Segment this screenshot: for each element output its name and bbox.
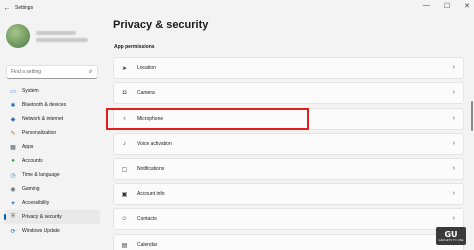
personalization-icon: ✎ — [10, 130, 16, 137]
contacts-icon: ☺ — [121, 216, 128, 222]
chevron-right-icon: › — [452, 215, 455, 222]
user-profile[interactable] — [6, 24, 88, 48]
minimize-icon[interactable]: — — [423, 2, 430, 10]
voice-activation-icon: ♪ — [123, 141, 126, 147]
microphone-highlight-box — [106, 108, 309, 130]
profile-name-blurred — [36, 30, 88, 42]
accessibility-icon: ✦ — [10, 200, 16, 207]
sidebar-nav: ▭ System ✱ Bluetooth & devices ◆ Network & in… — [4, 84, 100, 238]
chevron-right-icon: › — [452, 140, 455, 147]
sidebar-item-label: Accounts — [22, 158, 43, 164]
account-info-icon: ▣ — [121, 191, 128, 198]
close-icon[interactable]: ✕ — [464, 2, 470, 10]
bluetooth-devices-icon: ✱ — [10, 102, 16, 109]
sidebar-item-gaming[interactable]: ◉ Gaming — [4, 182, 100, 196]
sidebar-item-label: Privacy & security — [22, 214, 62, 220]
sidebar: ⌕ ▭ System ✱ Bluetooth & devices ◆ Network & … — [0, 16, 104, 250]
window-title: Settings — [15, 5, 34, 11]
notifications-icon: ▢ — [121, 166, 128, 173]
permission-calendar[interactable]: ▤Calendar› — [113, 234, 464, 250]
chevron-right-icon: › — [452, 190, 455, 197]
system-icon: ▭ — [10, 88, 16, 95]
page-title: Privacy & security — [113, 19, 209, 31]
watermark-logo: GU GADGETS TO USE — [436, 227, 466, 245]
sidebar-item-system[interactable]: ▭ System — [4, 84, 100, 98]
chevron-right-icon: › — [452, 89, 455, 96]
sidebar-item-label: Personalization — [22, 130, 57, 136]
permission-contacts[interactable]: ☺ Contacts › — [113, 208, 464, 230]
search-box[interactable]: ⌕ — [6, 65, 98, 79]
avatar — [6, 24, 30, 48]
permission-label: Location — [137, 65, 156, 71]
main-content: Privacy & security App permissions ➤ Loca… — [104, 16, 474, 250]
permission-location[interactable]: ➤ Location › — [113, 57, 464, 79]
permission-label: Notifications — [137, 166, 165, 172]
section-label: App permissions — [114, 44, 155, 50]
sidebar-item-label: Network & internet — [22, 116, 64, 122]
permission-label: Voice activation — [137, 141, 172, 147]
window-controls: — ☐ ✕ — [423, 2, 470, 10]
calendar-icon: ▤ — [121, 242, 128, 249]
sidebar-item-personalization[interactable]: ✎ Personalization — [4, 126, 100, 140]
apps-icon: ▦ — [10, 144, 16, 151]
sidebar-item-privacy-security[interactable]: ⛨ Privacy & security — [4, 210, 100, 224]
permission-label: Account info — [137, 191, 165, 197]
permission-label: Calendar — [137, 242, 158, 248]
time-language-icon: ◷ — [10, 172, 16, 179]
sidebar-item-label: Gaming — [22, 186, 40, 192]
sidebar-item-windows-update[interactable]: ⟳ Windows Update — [4, 224, 100, 238]
windows-update-icon: ⟳ — [10, 228, 16, 235]
chevron-right-icon: › — [452, 64, 455, 71]
sidebar-item-accessibility[interactable]: ✦ Accessibility — [4, 196, 100, 210]
sidebar-item-apps[interactable]: ▦ Apps — [4, 140, 100, 154]
sidebar-item-label: Apps — [22, 144, 34, 150]
location-icon: ➤ — [121, 65, 128, 72]
sidebar-item-network-internet[interactable]: ◆ Network & internet — [4, 112, 100, 126]
search-icon[interactable]: ⌕ — [89, 69, 92, 76]
back-icon[interactable]: ← — [0, 5, 14, 12]
permission-notifications[interactable]: ▢ Notifications › — [113, 158, 464, 180]
gaming-icon: ◉ — [10, 186, 16, 193]
permission-label: Camera — [137, 90, 155, 96]
search-input[interactable] — [11, 69, 89, 75]
accounts-icon: ● — [11, 158, 15, 164]
title-bar: ← Settings — [0, 0, 474, 16]
permission-voice-activation[interactable]: ♪ Voice activation › — [113, 133, 464, 155]
privacy-security-icon: ⛨ — [10, 213, 16, 220]
maximize-icon[interactable]: ☐ — [444, 2, 450, 10]
sidebar-item-bluetooth-devices[interactable]: ✱ Bluetooth & devices — [4, 98, 100, 112]
sidebar-item-label: Time & language — [22, 172, 60, 178]
permission-label: Contacts — [137, 216, 157, 222]
sidebar-item-label: Bluetooth & devices — [22, 102, 67, 108]
permission-account-info[interactable]: ▣ Account info › — [113, 183, 464, 205]
sidebar-item-label: System — [22, 88, 39, 94]
sidebar-item-label: Accessibility — [22, 200, 50, 206]
permission-camera[interactable]: ◘ Camera › — [113, 82, 464, 104]
chevron-right-icon: › — [452, 165, 455, 172]
scrollbar[interactable] — [471, 101, 473, 131]
chevron-right-icon: › — [452, 115, 455, 122]
network-internet-icon: ◆ — [10, 116, 16, 123]
sidebar-item-accounts[interactable]: ● Accounts — [4, 154, 100, 168]
sidebar-item-time-language[interactable]: ◷ Time & language — [4, 168, 100, 182]
sidebar-item-label: Windows Update — [22, 228, 60, 234]
camera-icon: ◘ — [122, 90, 127, 96]
